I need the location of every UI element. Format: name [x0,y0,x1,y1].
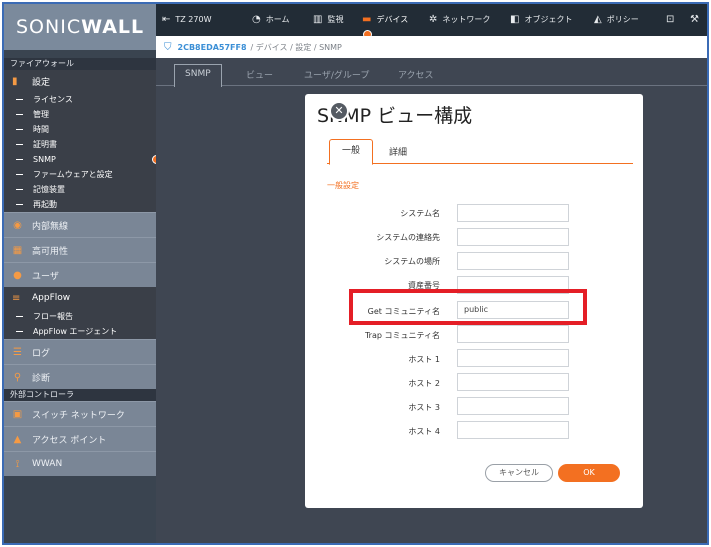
section-firewall: ファイアウォール [4,58,156,70]
label-system-location: システムの場所 [384,257,440,266]
sidebar-item-restart[interactable]: 再起動 [4,197,156,212]
sidebar-item-high-availability[interactable]: ▦ 高可用性 [4,237,156,262]
sidebar-item-wireless[interactable]: ◉ 内部無線 [4,212,156,237]
access-point-icon: ▲ [13,433,22,445]
system-contact-field[interactable] [457,228,569,246]
sidebar: SONICWALL ファイアウォール ▮ 設定 ライセンス 管理 時間 証明書 … [4,4,161,543]
sidebar-item-storage[interactable]: 記憶装置 [4,182,156,197]
settings-group: ▮ 設定 ライセンス 管理 時間 証明書 SNMP ファームウェアと設定 記憶装… [4,70,161,212]
label-host-4: ホスト 4 [408,427,440,436]
host-4-field[interactable] [457,421,569,439]
breadcrumb: ⛉ 2CB8EDA57FF8 / デバイス / 設定 / SNMP [156,36,707,58]
tab-snmp[interactable]: SNMP [174,64,222,87]
appflow-icon: ≡ [12,292,21,304]
menu-collapse-icon: ⇤ [162,14,171,25]
shield-icon: ⛉ [164,41,172,53]
tab-bar: SNMP ビュー ユーザ/グループ アクセス [156,64,707,87]
sidebar-item-admin[interactable]: 管理 [4,107,156,122]
object-icon: ◧ [510,14,520,25]
nav-policy[interactable]: ◭ ポリシー [594,14,639,25]
trap-community-field[interactable] [457,325,569,343]
label-host-2: ホスト 2 [408,379,440,388]
host-2-field[interactable] [457,373,569,391]
wwan-icon: ⟟ [15,458,20,470]
nav-monitor[interactable]: ▥ 監視 [313,14,343,25]
sidebar-item-snmp[interactable]: SNMP [4,152,161,167]
tab-view[interactable]: ビュー [246,68,273,81]
label-trap-community: Trap コミュニティ名 [364,331,440,340]
device-icon: ▬ [362,14,372,25]
system-name-field[interactable] [457,204,569,222]
sidebar-item-users[interactable]: ● ユーザ [4,262,156,287]
close-icon[interactable]: ✕ [329,101,349,121]
device-menu[interactable]: ⇤ TZ 270W [162,14,211,25]
label-host-3: ホスト 3 [408,403,440,412]
tools-button[interactable]: ⚒ [690,14,704,25]
terminal-button[interactable]: ⊡ [666,14,679,25]
section-external-controller: 外部コントローラ [4,389,156,401]
host-1-field[interactable] [457,349,569,367]
top-nav: ⇤ TZ 270W ◔ ホーム ▥ 監視 ▬ デバイス ✲ ネットワーク ◧ オブジェクト … [156,4,707,39]
log-icon: ☰ [13,346,22,358]
dialog-tab-general[interactable]: 一般 [329,139,373,165]
nav-network[interactable]: ✲ ネットワーク [429,14,490,25]
sidebar-item-diagnostics[interactable]: ⚲ 診断 [4,364,156,389]
label-system-name: システム名 [400,209,440,218]
tools-icon: ⚒ [690,14,699,25]
breadcrumb-path: / デバイス / 設定 / SNMP [250,42,342,52]
sidebar-item-appflow[interactable]: ≡ AppFlow [4,287,156,309]
sidebar-item-log[interactable]: ☰ ログ [4,339,156,364]
monitor-icon: ▥ [313,14,323,25]
sidebar-item-switch-network[interactable]: ▣ スイッチ ネットワーク [4,401,156,426]
section-title: 一般設定 [327,181,359,190]
settings-icon: ▮ [12,75,18,87]
device-serial[interactable]: 2CB8EDA57FF8 [178,43,247,52]
sidebar-item-time[interactable]: 時間 [4,122,156,137]
label-host-1: ホスト 1 [408,355,440,364]
tab-access[interactable]: アクセス [398,68,434,81]
nav-devices[interactable]: ▬ デバイス [362,14,408,25]
user-icon: ● [13,269,22,281]
sidebar-item-wwan[interactable]: ⟟ WWAN [4,451,156,476]
ok-button[interactable]: OK [558,464,620,482]
sidebar-item-access-point[interactable]: ▲ アクセス ポイント [4,426,156,451]
appflow-group: ≡ AppFlow フロー報告 AppFlow エージェント [4,287,156,339]
switch-icon: ▣ [12,408,23,420]
diagnostics-icon: ⚲ [13,371,22,383]
sidebar-item-firmware[interactable]: ファームウェアと設定 [4,167,156,182]
wireless-icon: ◉ [13,219,22,231]
label-system-contact: システムの連絡先 [376,233,440,242]
system-location-field[interactable] [457,252,569,270]
host-3-field[interactable] [457,397,569,415]
sidebar-item-certificates[interactable]: 証明書 [4,137,156,152]
sidebar-item-appflow-agent[interactable]: AppFlow エージェント [4,324,156,339]
dialog-tab-advanced[interactable]: 詳細 [389,145,407,158]
ha-icon: ▦ [12,244,23,256]
sidebar-item-flow-report[interactable]: フロー報告 [4,309,156,324]
sonicwall-logo: SONICWALL [4,4,156,50]
highlight-box [349,289,587,325]
sidebar-item-license[interactable]: ライセンス [4,92,156,107]
cancel-button[interactable]: キャンセル [485,464,553,482]
nav-object[interactable]: ◧ オブジェクト [510,14,572,25]
nav-home[interactable]: ◔ ホーム [252,14,290,25]
sidebar-item-settings[interactable]: ▮ 設定 [4,70,156,92]
terminal-icon: ⊡ [666,14,675,25]
policy-icon: ◭ [594,14,602,25]
network-icon: ✲ [429,14,438,25]
tab-user-group[interactable]: ユーザ/グループ [304,68,369,81]
dialog-tabs: 一般 詳細 [327,138,633,165]
dashboard-icon: ◔ [252,14,261,25]
